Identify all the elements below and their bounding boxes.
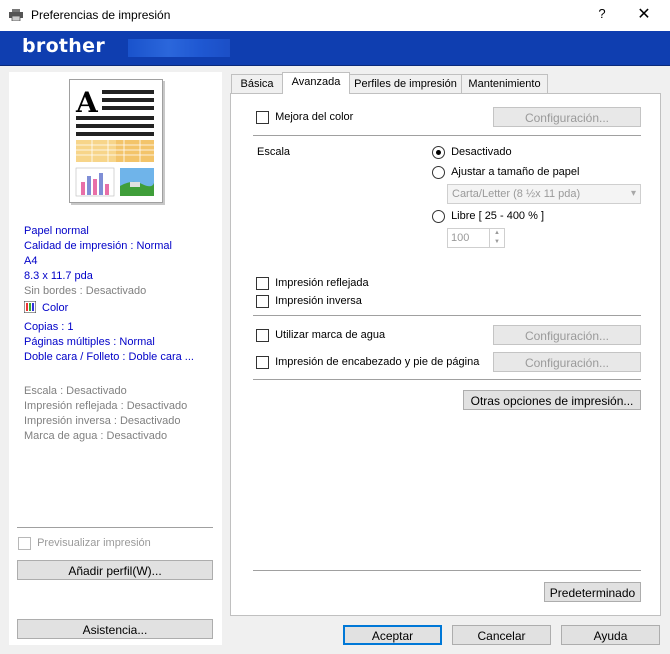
help-button[interactable]: ? [592, 6, 612, 21]
brand-banner: brother [0, 31, 670, 66]
scale-percent-stepper[interactable]: 100 ▲ ▼ [447, 228, 505, 248]
summary-color-label: Color [42, 302, 69, 314]
close-button[interactable]: ✕ [629, 4, 659, 24]
watermark-label: Utilizar marca de agua [275, 329, 386, 342]
scale-free-radio[interactable] [432, 210, 445, 223]
cancel-button[interactable]: Cancelar [452, 625, 551, 645]
scale-percent-value: 100 [451, 232, 470, 244]
reverse-checkbox[interactable] [256, 295, 269, 308]
header-footer-label: Impresión de encabezado y pie de página [275, 356, 480, 369]
advanced-settings-summary: Escala : Desactivado Impresión reflejada… [24, 384, 187, 444]
tab-print-profiles[interactable]: Perfiles de impresión [349, 74, 462, 93]
mirror-row[interactable]: Impresión reflejada [256, 277, 369, 290]
print-settings-summary: Papel normal Calidad de impresión : Norm… [23, 224, 194, 365]
separator-3 [253, 379, 641, 380]
preview-checkbox-row[interactable]: Previsualizar impresión [18, 537, 151, 550]
other-print-options-button[interactable]: Otras opciones de impresión... [463, 390, 641, 410]
watermark-row[interactable]: Utilizar marca de agua [256, 329, 385, 342]
brother-logo: brother [22, 35, 105, 57]
summary-scale: Escala : Desactivado [24, 385, 127, 397]
summary-copies: Copias : 1 [24, 321, 74, 333]
preview-checkbox-label: Previsualizar impresión [37, 537, 151, 550]
chevron-down-icon: ▾ [630, 188, 636, 199]
scale-fit-option[interactable]: Ajustar a tamaño de papel [432, 166, 579, 179]
watermark-settings-button[interactable]: Configuración... [493, 325, 641, 345]
page-preview-image: A [69, 79, 163, 203]
color-enhancement-label: Mejora del color [275, 111, 354, 124]
title-bar: Preferencias de impresión ? ✕ [0, 0, 670, 31]
scale-free-label: Libre [ 25 - 400 % ] [451, 210, 545, 223]
printer-icon [9, 9, 23, 21]
model-name-banner [128, 39, 230, 57]
mirror-checkbox[interactable] [256, 277, 269, 290]
color-icon [23, 300, 37, 314]
summary-duplex: Doble cara / Folleto : Doble cara ... [24, 351, 194, 363]
stepper-up-icon[interactable]: ▲ [489, 229, 504, 238]
header-footer-settings-button[interactable]: Configuración... [493, 352, 641, 372]
separator-1 [253, 135, 641, 136]
paper-size-value: Carta/Letter (8 ½x 11 pda) [452, 188, 581, 200]
summary-multipage: Páginas múltiples : Normal [24, 336, 155, 348]
summary-media: Papel normal [24, 225, 89, 237]
window-title: Preferencias de impresión [31, 8, 171, 22]
summary-color: Color [23, 300, 194, 316]
scale-off-radio[interactable] [432, 146, 445, 159]
summary-borderless: Sin bordes : Desactivado [24, 285, 147, 297]
support-button[interactable]: Asistencia... [17, 619, 213, 639]
reverse-label: Impresión inversa [275, 295, 362, 308]
scale-off-label: Desactivado [451, 146, 512, 159]
mirror-label: Impresión reflejada [275, 277, 369, 290]
default-button[interactable]: Predeterminado [544, 582, 641, 602]
left-separator [17, 527, 213, 528]
separator-2 [253, 315, 641, 316]
advanced-tab-page: Mejora del color Configuración... Escala… [230, 93, 661, 616]
watermark-checkbox[interactable] [256, 329, 269, 342]
tab-basic[interactable]: Básica [231, 74, 283, 93]
scale-label: Escala [257, 146, 291, 158]
summary-reverse: Impresión inversa : Desactivado [24, 415, 181, 427]
summary-watermark: Marca de agua : Desactivado [24, 430, 168, 442]
color-enhancement-settings-button[interactable]: Configuración... [493, 107, 641, 127]
scale-fit-radio[interactable] [432, 166, 445, 179]
header-footer-checkbox[interactable] [256, 356, 269, 369]
reverse-row[interactable]: Impresión inversa [256, 295, 362, 308]
summary-mirror: Impresión reflejada : Desactivado [24, 400, 188, 412]
color-enhancement-row[interactable]: Mejora del color [256, 111, 353, 124]
summary-dimensions: 8.3 x 11.7 pda [24, 270, 93, 282]
tab-advanced[interactable]: Avanzada [282, 72, 350, 94]
print-preferences-window: Preferencias de impresión ? ✕ brother A [0, 0, 670, 654]
header-footer-row[interactable]: Impresión de encabezado y pie de página [256, 356, 479, 369]
summary-size: A4 [24, 255, 38, 267]
ok-button[interactable]: Aceptar [343, 625, 442, 645]
scale-free-option[interactable]: Libre [ 25 - 400 % ] [432, 210, 544, 223]
svg-text:A: A [75, 86, 99, 119]
tab-maintenance[interactable]: Mantenimiento [461, 74, 548, 93]
help-dialog-button[interactable]: Ayuda [561, 625, 660, 645]
settings-summary-panel: A Papel normal Calidad de impresión: No… [9, 72, 222, 645]
color-enhancement-checkbox[interactable] [256, 111, 269, 124]
scale-off-option[interactable]: Desactivado [432, 146, 512, 159]
preview-checkbox[interactable] [18, 537, 31, 550]
stepper-down-icon[interactable]: ▼ [489, 238, 504, 247]
separator-4 [253, 570, 641, 571]
summary-quality: Calidad de impresión : Normal [24, 240, 172, 252]
scale-fit-label: Ajustar a tamaño de papel [451, 166, 580, 179]
paper-size-select[interactable]: Carta/Letter (8 ½x 11 pda) ▾ [447, 184, 641, 204]
add-profile-button[interactable]: Añadir perfil(W)... [17, 560, 213, 580]
